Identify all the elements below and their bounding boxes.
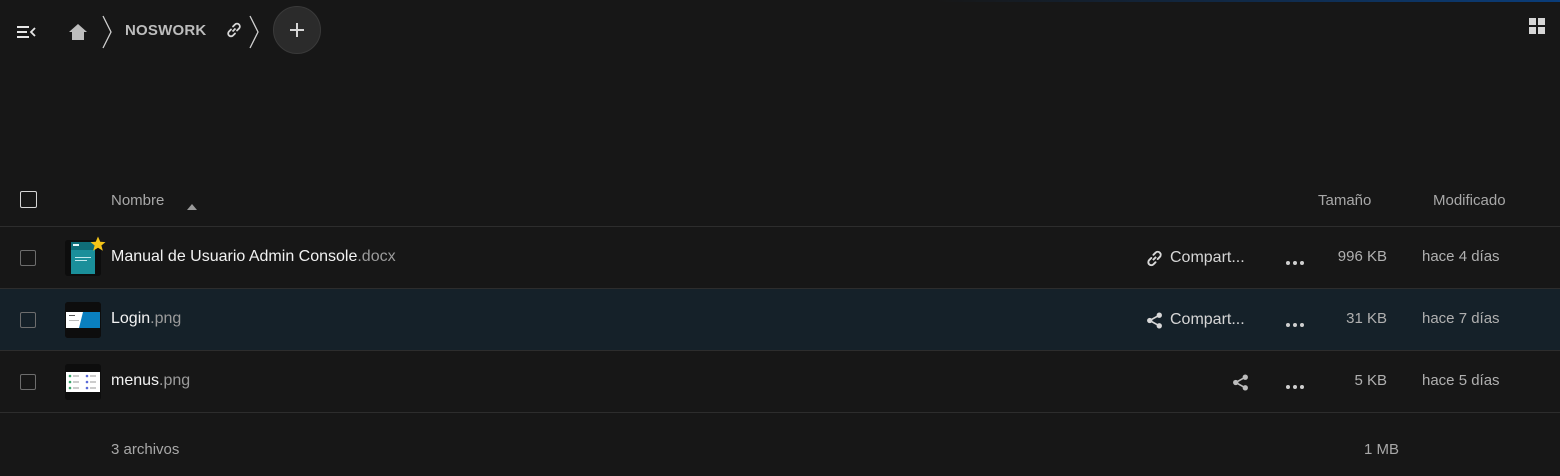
share-label: Compart... (1170, 249, 1245, 266)
row-checkbox[interactable] (20, 374, 36, 390)
file-size: 31 KB (1346, 310, 1387, 327)
file-thumbnail-png[interactable] (65, 364, 101, 400)
share-button[interactable]: Compart... (1146, 246, 1245, 270)
file-basename: Login (111, 310, 151, 327)
grid-view-icon[interactable] (1526, 15, 1548, 37)
file-modified: hace 4 días (1422, 248, 1500, 265)
column-name-header[interactable]: Nombre (111, 192, 164, 209)
file-extension: .png (159, 372, 191, 389)
file-basename: menus (111, 372, 160, 389)
total-size: 1 MB (1363, 441, 1399, 458)
top-bar: NOSWORK (0, 0, 1560, 62)
share-button[interactable] (1232, 370, 1249, 394)
share-icon (1233, 374, 1248, 390)
collapse-navigation-icon[interactable] (14, 19, 40, 45)
row-checkbox[interactable] (20, 250, 36, 266)
column-size-header[interactable]: Tamaño (1318, 192, 1371, 209)
plus-icon (290, 23, 304, 37)
file-list-header: Nombre Tamaño Modificado (0, 172, 1560, 227)
file-name[interactable]: Login.png (111, 310, 181, 328)
link-icon[interactable] (223, 19, 245, 41)
file-size: 996 KB (1337, 248, 1387, 265)
more-actions-icon[interactable] (1284, 316, 1306, 327)
share-label: Compart... (1170, 311, 1245, 328)
more-actions-icon[interactable] (1284, 254, 1306, 265)
new-item-button[interactable] (273, 6, 321, 54)
file-extension: .docx (357, 248, 396, 265)
file-modified: hace 5 días (1422, 372, 1500, 389)
more-actions-icon[interactable] (1284, 378, 1306, 389)
column-modified-header[interactable]: Modificado (1433, 192, 1506, 209)
file-name[interactable]: Manual de Usuario Admin Console.docx (111, 248, 396, 266)
share-icon (1147, 312, 1162, 328)
file-row[interactable]: menus.png 5 KB hace 5 días (0, 351, 1560, 413)
breadcrumb-separator-icon (247, 14, 261, 50)
file-basename: Manual de Usuario Admin Console (111, 248, 358, 265)
sort-ascending-icon[interactable] (187, 197, 197, 215)
file-row[interactable]: Login.png Compart... 31 KB hace 7 días (0, 289, 1560, 351)
breadcrumb-folder[interactable]: NOSWORK (125, 22, 206, 39)
file-modified: hace 7 días (1422, 310, 1500, 327)
file-size: 5 KB (1354, 372, 1387, 389)
file-name[interactable]: menus.png (111, 372, 190, 390)
share-button[interactable]: Compart... (1146, 308, 1245, 332)
select-all-checkbox[interactable] (20, 191, 37, 208)
breadcrumb-separator-icon (100, 14, 114, 50)
home-icon[interactable] (64, 18, 92, 46)
row-checkbox[interactable] (20, 312, 36, 328)
favorite-star-icon (89, 235, 107, 253)
file-count: 3 archivos (111, 441, 180, 458)
file-thumbnail-png[interactable] (65, 302, 101, 338)
link-icon (1147, 250, 1162, 266)
file-extension: .png (150, 310, 182, 327)
file-list-footer: 3 archivos 1 MB (0, 413, 1560, 476)
file-row[interactable]: Manual de Usuario Admin Console.docx Com… (0, 227, 1560, 289)
